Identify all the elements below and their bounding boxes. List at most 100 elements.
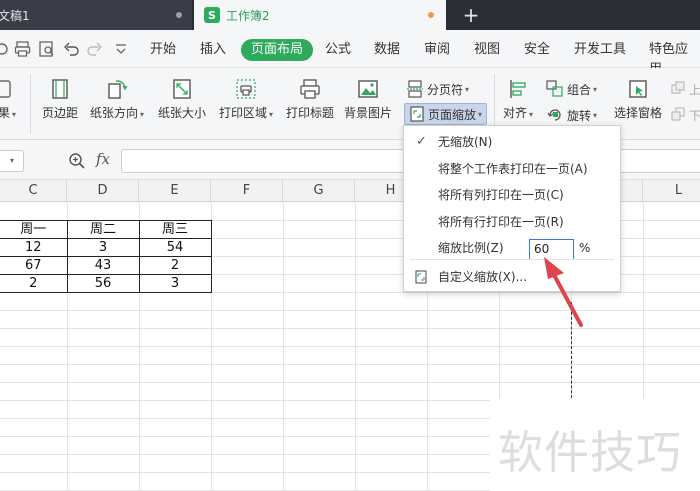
find-zoom-icon[interactable] <box>68 152 86 170</box>
rotate-button[interactable]: 旋转 ▾ <box>546 104 597 126</box>
data-table: 周一 周二 周三 12 3 54 67 43 2 2 56 3 <box>0 220 212 293</box>
group-button[interactable]: 组合 ▾ <box>546 78 597 100</box>
table-header-cell[interactable]: 周二 <box>66 220 140 239</box>
menu-view[interactable]: 视图 <box>474 40 500 60</box>
background-image-label: 背景图片 <box>343 106 392 120</box>
send-backward-button[interactable]: 下 <box>670 104 700 126</box>
print-preview-icon[interactable] <box>38 40 56 58</box>
watermark-text: 软件技巧 <box>498 426 683 479</box>
table-cell[interactable]: 56 <box>66 274 140 293</box>
table-row: 12 3 54 <box>0 238 212 257</box>
column-header-f[interactable]: F <box>211 180 283 202</box>
column-header-l[interactable]: L <box>643 180 700 202</box>
column-header-g[interactable]: G <box>283 180 355 202</box>
table-cell[interactable]: 54 <box>138 238 212 257</box>
menu-bar: 开始 插入 页面布局 公式 数据 审阅 视图 安全 开发工具 特色应用 <box>0 30 700 77</box>
table-cell[interactable]: 2 <box>138 256 212 275</box>
custom-zoom-icon <box>415 270 427 284</box>
insert-function-fx-icon[interactable]: fx <box>96 150 110 168</box>
table-cell[interactable]: 3 <box>138 274 212 293</box>
page-zoom-button[interactable]: 页面缩放 ▾ <box>404 103 488 125</box>
menu-data[interactable]: 数据 <box>374 40 400 60</box>
redo-icon[interactable] <box>86 40 104 58</box>
page-zoom-dropdown: ✓ 无缩放(N) 将整个工作表打印在一页(A) 将所有列打印在一页(C) 将所有… <box>403 125 621 292</box>
quick-access-dropdown-icon[interactable] <box>112 40 130 58</box>
column-header-e[interactable]: E <box>139 180 211 202</box>
menu-home[interactable]: 开始 <box>150 40 176 60</box>
send-backward-label: 下 <box>689 108 700 123</box>
margins-button[interactable]: 页边距 <box>40 78 80 121</box>
theme-effects-icon <box>0 80 11 98</box>
ribbon-separator <box>30 74 31 134</box>
menu-item-zoom-scale: 缩放比例(Z) 60 % <box>404 235 620 261</box>
align-button[interactable]: 对齐 ▾ <box>500 78 536 121</box>
paper-size-label: 纸张大小 <box>157 106 206 120</box>
align-label: 对齐 <box>502 106 527 120</box>
tab-workbook-2-label: 工作簿2 <box>226 8 270 23</box>
custom-zoom-label: 自定义缩放(X)... <box>438 270 528 284</box>
rotate-label: 旋转 <box>567 108 592 123</box>
page-break-label: 分页符 <box>427 82 464 97</box>
table-cell[interactable]: 67 <box>0 256 68 275</box>
selection-pane-label: 选择窗格 <box>613 106 662 120</box>
group-icon <box>546 80 563 97</box>
menu-developer-tools[interactable]: 开发工具 <box>574 40 626 60</box>
tab-workbook-2[interactable]: S 工作簿2 <box>194 0 446 30</box>
no-zoom-label: 无缩放(N) <box>438 135 493 149</box>
page-break-button[interactable]: 分页符 ▾ <box>406 78 469 100</box>
orientation-button[interactable]: 纸张方向 ▾ <box>88 78 146 121</box>
menu-review[interactable]: 审阅 <box>424 40 450 60</box>
tab-unsaved-dot-icon <box>176 12 182 18</box>
quick-save-icon[interactable] <box>0 40 14 58</box>
paper-size-icon <box>173 79 191 99</box>
group-label: 组合 <box>567 82 592 97</box>
menu-insert[interactable]: 插入 <box>200 40 226 60</box>
menu-page-layout[interactable]: 页面布局 <box>241 39 314 61</box>
print-area-button[interactable]: 打印区域 ▾ <box>216 78 276 121</box>
name-box-dropdown-icon[interactable]: ▾ <box>10 156 14 165</box>
table-cell[interactable]: 3 <box>66 238 140 257</box>
print-titles-label: 打印标题 <box>285 106 334 120</box>
orientation-icon <box>108 80 128 99</box>
undo-icon[interactable] <box>62 40 80 58</box>
background-image-icon <box>358 80 378 98</box>
column-header-c[interactable]: C <box>0 180 67 202</box>
tab-unsaved-dot-icon <box>428 12 434 18</box>
menu-item-fit-rows-one-page[interactable]: 将所有行打印在一页(R) <box>404 209 620 235</box>
menu-item-fit-sheet-one-page[interactable]: 将整个工作表打印在一页(A) <box>404 156 620 182</box>
margins-label: 页边距 <box>41 106 78 120</box>
bring-forward-label: 上 <box>689 82 700 97</box>
print-titles-button[interactable]: 打印标题 <box>284 78 336 121</box>
spreadsheet-icon: S <box>204 7 220 23</box>
menu-item-custom-zoom[interactable]: 自定义缩放(X)... <box>404 264 620 290</box>
menu-item-no-zoom[interactable]: ✓ 无缩放(N) <box>404 129 620 155</box>
watermark: 软件技巧 <box>490 398 700 491</box>
theme-effects-button[interactable]: 果 ▾ <box>0 78 20 121</box>
table-cell[interactable]: 12 <box>0 238 68 257</box>
align-icon <box>510 80 526 98</box>
table-cell[interactable]: 43 <box>66 256 140 275</box>
document-tab-bar: 文稿1 S 工作簿2 + <box>0 0 700 30</box>
bring-forward-button[interactable]: 上 <box>670 78 700 100</box>
table-cell[interactable]: 2 <box>0 274 68 293</box>
selection-pane-icon <box>629 80 647 98</box>
menu-item-fit-columns-one-page[interactable]: 将所有列打印在一页(C) <box>404 182 620 208</box>
zoom-scale-label: 缩放比例(Z) <box>438 241 504 255</box>
table-header-cell[interactable]: 周一 <box>0 220 68 239</box>
table-header-cell[interactable]: 周三 <box>138 220 212 239</box>
send-backward-icon <box>671 107 685 121</box>
print-icon[interactable] <box>14 40 32 58</box>
column-header-d[interactable]: D <box>67 180 139 202</box>
tab-document-1[interactable]: 文稿1 <box>0 0 192 30</box>
bring-forward-icon <box>671 81 685 94</box>
selection-pane-button[interactable]: 选择窗格 <box>612 78 664 121</box>
new-tab-plus-icon[interactable]: + <box>460 4 482 26</box>
menu-special-apps[interactable]: 特色应用 <box>649 40 700 77</box>
print-area-icon <box>236 79 256 99</box>
menu-security[interactable]: 安全 <box>524 40 550 60</box>
orientation-label: 纸张方向 <box>89 106 138 120</box>
table-row: 2 56 3 <box>0 274 212 293</box>
paper-size-button[interactable]: 纸张大小 <box>156 78 208 121</box>
background-image-button[interactable]: 背景图片 <box>342 78 394 121</box>
menu-formulas[interactable]: 公式 <box>325 40 351 60</box>
